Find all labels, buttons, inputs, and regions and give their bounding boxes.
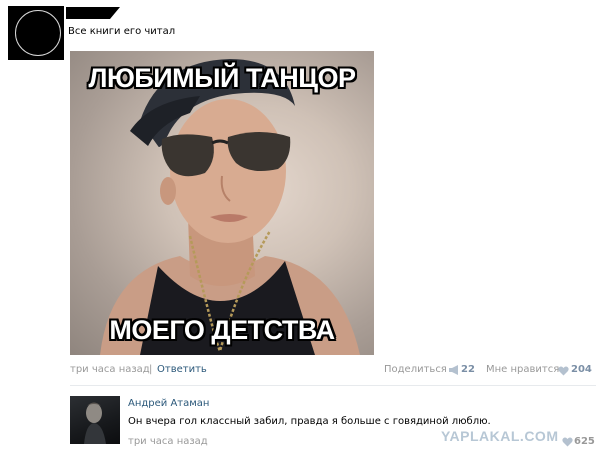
divider: [70, 385, 596, 386]
megaphone-icon[interactable]: [448, 365, 460, 375]
share-button[interactable]: Поделиться: [384, 364, 447, 375]
like-count: 204: [571, 364, 592, 375]
watermark: YAPLAKAL.COM: [441, 428, 559, 444]
reply-link[interactable]: Ответить: [157, 364, 207, 375]
comment-author-avatar[interactable]: [70, 396, 120, 444]
comment-timestamp[interactable]: три часа назад: [128, 436, 208, 447]
like-button[interactable]: Мне нравится: [486, 364, 559, 375]
comment-like-count: 625: [574, 436, 595, 447]
share-count: 22: [461, 364, 475, 375]
meta-separator: |: [149, 364, 153, 375]
post-author-name-redacted[interactable]: [66, 7, 120, 19]
heart-icon[interactable]: [558, 366, 569, 376]
post-image[interactable]: ЛЮБИМЫЙ ТАНЦОР МОЕГО ДЕТСТВА: [70, 51, 374, 355]
meme-caption-top: ЛЮБИМЫЙ ТАНЦОР: [88, 63, 356, 93]
avatar-circle: [15, 10, 61, 56]
meme-photo-illustration: [100, 59, 360, 355]
avatar-photo: [84, 402, 106, 444]
heart-icon[interactable]: [562, 437, 573, 447]
comment-text: Он вчера гол классный забил, правда я бо…: [128, 416, 491, 427]
meme-caption-bottom: МОЕГО ДЕТСТВА: [109, 315, 335, 345]
post-timestamp[interactable]: три часа назад: [70, 364, 150, 375]
comment-author-name[interactable]: Андрей Атаман: [128, 398, 209, 409]
post-author-avatar[interactable]: [8, 6, 64, 60]
post-text: Все книги его читал: [68, 26, 176, 37]
